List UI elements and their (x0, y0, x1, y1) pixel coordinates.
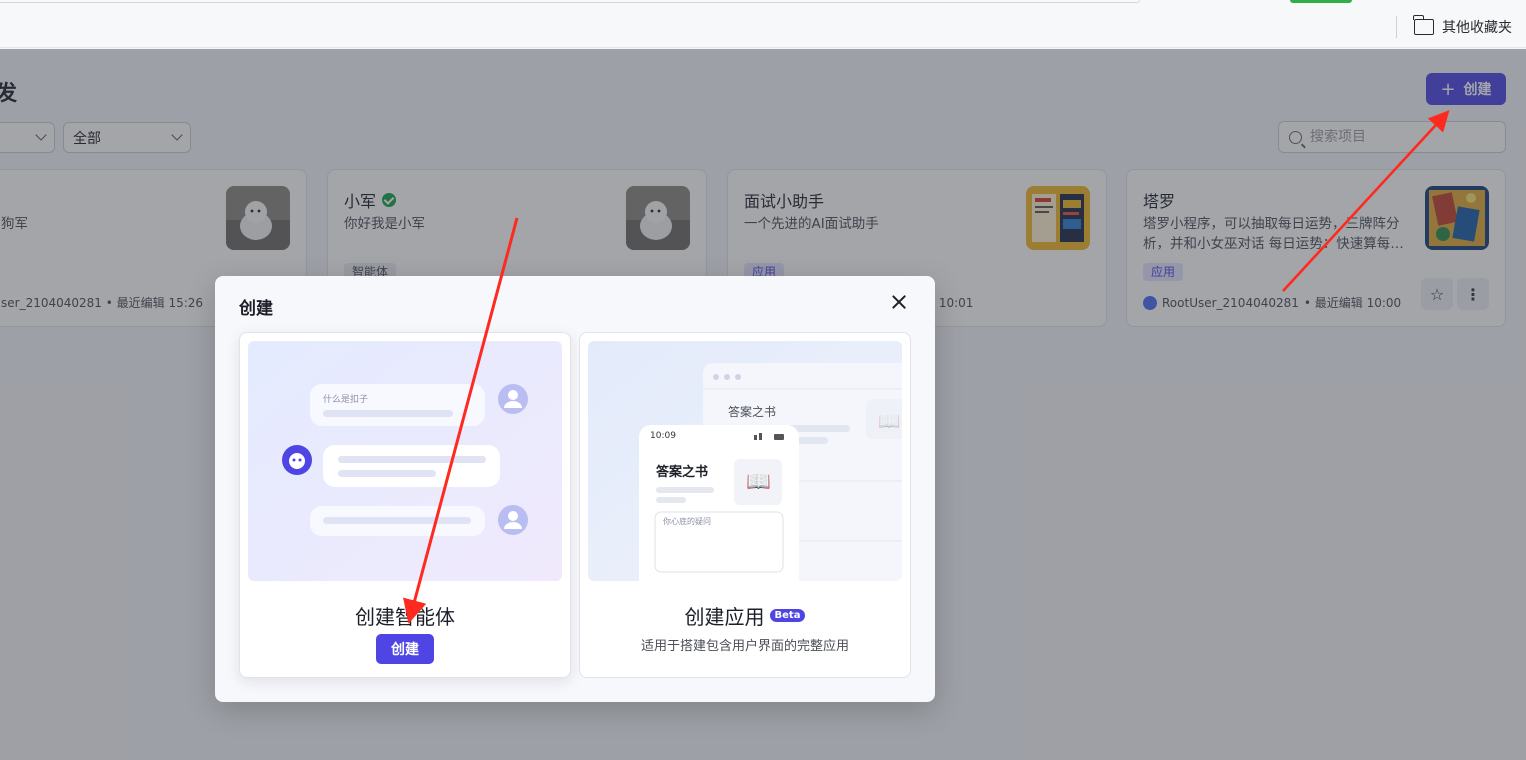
app-illustration: 10:09 答案之书 答案之书 📖 📖 你心底的疑问 (588, 341, 902, 581)
app-option-title-row: 创建应用 Beta (580, 601, 910, 630)
create-agent-button[interactable]: 创建 (376, 634, 434, 664)
app-phone-name: 答案之书 (656, 465, 709, 480)
app-bg-name: 答案之书 (728, 405, 777, 419)
phone-time: 10:09 (650, 431, 676, 441)
question-placeholder: 你心底的疑问 (663, 517, 711, 526)
beta-badge: Beta (769, 609, 806, 622)
other-bookmarks-folder[interactable]: 其他收藏夹 (1413, 15, 1512, 38)
bookmark-separator (1396, 16, 1397, 38)
app-option-title: 创建应用 (684, 605, 765, 629)
close-icon[interactable] (891, 294, 907, 310)
book-icon: 📖 (746, 469, 771, 493)
agent-option-title: 创建智能体 (355, 605, 455, 629)
extension-indicator (1290, 0, 1352, 3)
modal-title: 创建 (239, 299, 273, 319)
create-modal: 创建 什么是扣子 创建智能体 创建 10:09 答案之书 答案之书 📖 📖 你心… (215, 276, 935, 702)
folder-icon (1413, 15, 1434, 35)
bookmarks-folder-label: 其他收藏夹 (1442, 20, 1512, 36)
book-icon-bg: 📖 (878, 411, 901, 432)
chat-bubble-text: 什么是扣子 (323, 395, 369, 405)
app-option-subtitle: 适用于搭建包含用户界面的完整应用 (640, 639, 849, 654)
browser-toolbar: 其他收藏夹 (0, 0, 1526, 48)
address-bar[interactable] (0, 0, 1140, 3)
create-app-option[interactable]: 10:09 答案之书 答案之书 📖 📖 你心底的疑问 创建应用 Beta 适用于… (579, 332, 911, 678)
create-agent-option[interactable]: 什么是扣子 创建智能体 创建 (239, 332, 571, 678)
agent-illustration: 什么是扣子 (248, 341, 562, 581)
